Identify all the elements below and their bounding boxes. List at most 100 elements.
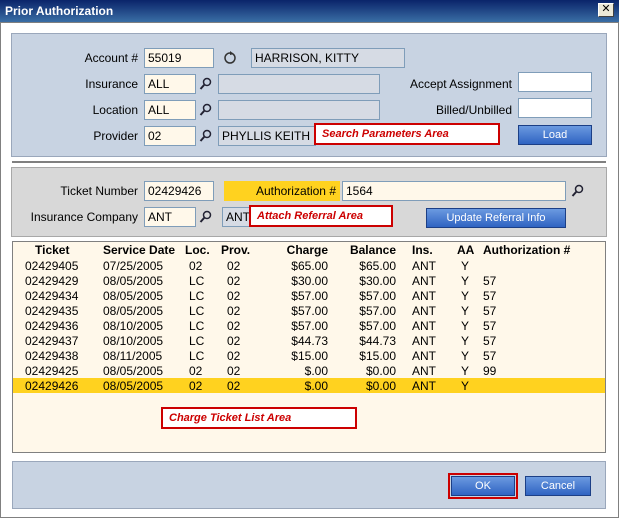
search-parameters-callout: Search Parameters Area <box>314 123 500 145</box>
search-icon[interactable] <box>199 103 213 117</box>
cell-balance: $0.00 <box>365 379 396 393</box>
attach-referral-panel: Ticket Number 02429426 Authorization # 1… <box>11 167 607 237</box>
cell-aa: Y <box>461 379 470 393</box>
cell-aa: Y <box>461 289 470 303</box>
title-bar: Prior Authorization ✕ <box>0 0 619 22</box>
cell-service-date: 08/05/2005 <box>103 364 164 378</box>
location-input[interactable]: ALL <box>144 100 196 120</box>
window-title: Prior Authorization <box>5 4 114 18</box>
provider-name-display: PHYLLIS KEITH <box>218 126 316 146</box>
ok-button[interactable]: OK <box>448 473 518 499</box>
cell-charge: $.00 <box>304 379 328 393</box>
insurance-company-label: Insurance Company <box>30 210 138 224</box>
column-header-charge[interactable]: Charge <box>287 243 328 257</box>
cell-ticket: 02429405 <box>25 259 79 273</box>
search-icon[interactable] <box>199 77 213 91</box>
cell-ticket: 02429425 <box>25 364 79 378</box>
divider <box>12 161 606 163</box>
cell-authorization: 57 <box>483 289 497 303</box>
dialog-body: Account # 55019 HARRISON, KITTY Insuranc… <box>0 22 619 518</box>
cell-authorization: 57 <box>483 334 497 348</box>
account-label: Account # <box>84 51 138 65</box>
attach-referral-callout: Attach Referral Area <box>249 205 393 227</box>
account-number-input[interactable]: 55019 <box>144 48 214 68</box>
search-icon[interactable] <box>199 210 213 224</box>
accept-assignment-input[interactable] <box>518 72 592 92</box>
table-row[interactable]: 02429426 08/05/2005 02 02 $.00 $0.00 ANT Y <box>13 378 605 393</box>
table-row[interactable]: 02429435 08/05/2005 LC 02 $57.00 $57.00 ANT Y 57 <box>13 303 605 318</box>
cell-balance: $44.73 <box>359 334 396 348</box>
load-button[interactable]: Load <box>518 125 592 145</box>
cell-charge: $44.73 <box>291 334 328 348</box>
cell-charge: $30.00 <box>291 274 328 288</box>
charge-ticket-list-callout: Charge Ticket List Area <box>161 407 357 429</box>
provider-label: Provider <box>93 129 138 143</box>
provider-input[interactable]: 02 <box>144 126 196 146</box>
column-header-balance[interactable]: Balance <box>350 243 396 257</box>
cell-location: LC <box>189 319 205 333</box>
insurance-description <box>218 74 380 94</box>
cell-provider: 02 <box>227 304 241 318</box>
column-header-ticket[interactable]: Ticket <box>35 243 69 257</box>
cell-authorization: 57 <box>483 304 497 318</box>
cell-location: LC <box>189 349 205 363</box>
cell-aa: Y <box>461 319 470 333</box>
authorization-label: Authorization # <box>224 181 340 201</box>
cell-location: 02 <box>189 364 203 378</box>
table-row[interactable]: 02429425 08/05/2005 02 02 $.00 $0.00 ANT Y 99 <box>13 363 605 378</box>
cell-aa: Y <box>461 259 470 273</box>
column-header-location[interactable]: Loc. <box>185 243 210 257</box>
cell-charge: $65.00 <box>291 259 328 273</box>
cell-provider: 02 <box>227 334 241 348</box>
refresh-icon[interactable] <box>223 51 237 65</box>
column-header-service-date[interactable]: Service Date <box>103 243 175 257</box>
close-button[interactable]: ✕ <box>598 3 614 17</box>
cell-authorization: 99 <box>483 364 497 378</box>
table-row[interactable]: 02429436 08/10/2005 LC 02 $57.00 $57.00 ANT Y 57 <box>13 318 605 333</box>
table-row[interactable]: 02429437 08/10/2005 LC 02 $44.73 $44.73 ANT Y 57 <box>13 333 605 348</box>
cell-insurance: ANT <box>412 274 436 288</box>
column-header-provider[interactable]: Prov. <box>221 243 250 257</box>
column-header-insurance[interactable]: Ins. <box>412 243 433 257</box>
cell-balance: $30.00 <box>359 274 396 288</box>
search-icon[interactable] <box>571 184 585 198</box>
cell-insurance: ANT <box>412 364 436 378</box>
cell-provider: 02 <box>227 319 241 333</box>
cancel-button[interactable]: Cancel <box>525 476 591 496</box>
cell-authorization: 57 <box>483 274 497 288</box>
table-row[interactable]: 02429434 08/05/2005 LC 02 $57.00 $57.00 ANT Y 57 <box>13 288 605 303</box>
cell-service-date: 08/11/2005 <box>103 349 163 363</box>
cell-ticket: 02429438 <box>25 349 79 363</box>
cell-ticket: 02429429 <box>25 274 79 288</box>
cell-ticket: 02429436 <box>25 319 79 333</box>
cell-location: 02 <box>189 379 203 393</box>
cell-insurance: ANT <box>412 379 436 393</box>
list-rows: 02429405 07/25/2005 02 02 $65.00 $65.00 ANT Y 02… <box>13 258 605 393</box>
ticket-number-label: Ticket Number <box>60 184 138 198</box>
insurance-company-input[interactable]: ANT <box>144 207 196 227</box>
column-header-aa[interactable]: AA <box>457 243 474 257</box>
cell-service-date: 08/05/2005 <box>103 289 164 303</box>
cell-service-date: 08/10/2005 <box>103 334 164 348</box>
ticket-number-input[interactable]: 02429426 <box>144 181 214 201</box>
cell-balance: $65.00 <box>359 259 396 273</box>
column-header-authorization[interactable]: Authorization # <box>483 243 570 257</box>
insurance-input[interactable]: ALL <box>144 74 196 94</box>
cell-charge: $57.00 <box>291 319 328 333</box>
cell-insurance: ANT <box>412 349 436 363</box>
table-row[interactable]: 02429429 08/05/2005 LC 02 $30.00 $30.00 ANT Y 57 <box>13 273 605 288</box>
table-row[interactable]: 02429405 07/25/2005 02 02 $65.00 $65.00 ANT Y <box>13 258 605 273</box>
cell-aa: Y <box>461 364 470 378</box>
patient-name-display: HARRISON, KITTY <box>251 48 405 68</box>
insurance-label: Insurance <box>85 77 138 91</box>
update-referral-info-button[interactable]: Update Referral Info <box>426 208 566 228</box>
cell-service-date: 08/05/2005 <box>103 379 164 393</box>
cell-aa: Y <box>461 334 470 348</box>
cell-location: LC <box>189 289 205 303</box>
authorization-input[interactable]: 1564 <box>342 181 566 201</box>
search-icon[interactable] <box>199 129 213 143</box>
cell-service-date: 08/05/2005 <box>103 304 164 318</box>
cell-aa: Y <box>461 274 470 288</box>
table-row[interactable]: 02429438 08/11/2005 LC 02 $15.00 $15.00 ANT Y 57 <box>13 348 605 363</box>
billed-unbilled-input[interactable] <box>518 98 592 118</box>
